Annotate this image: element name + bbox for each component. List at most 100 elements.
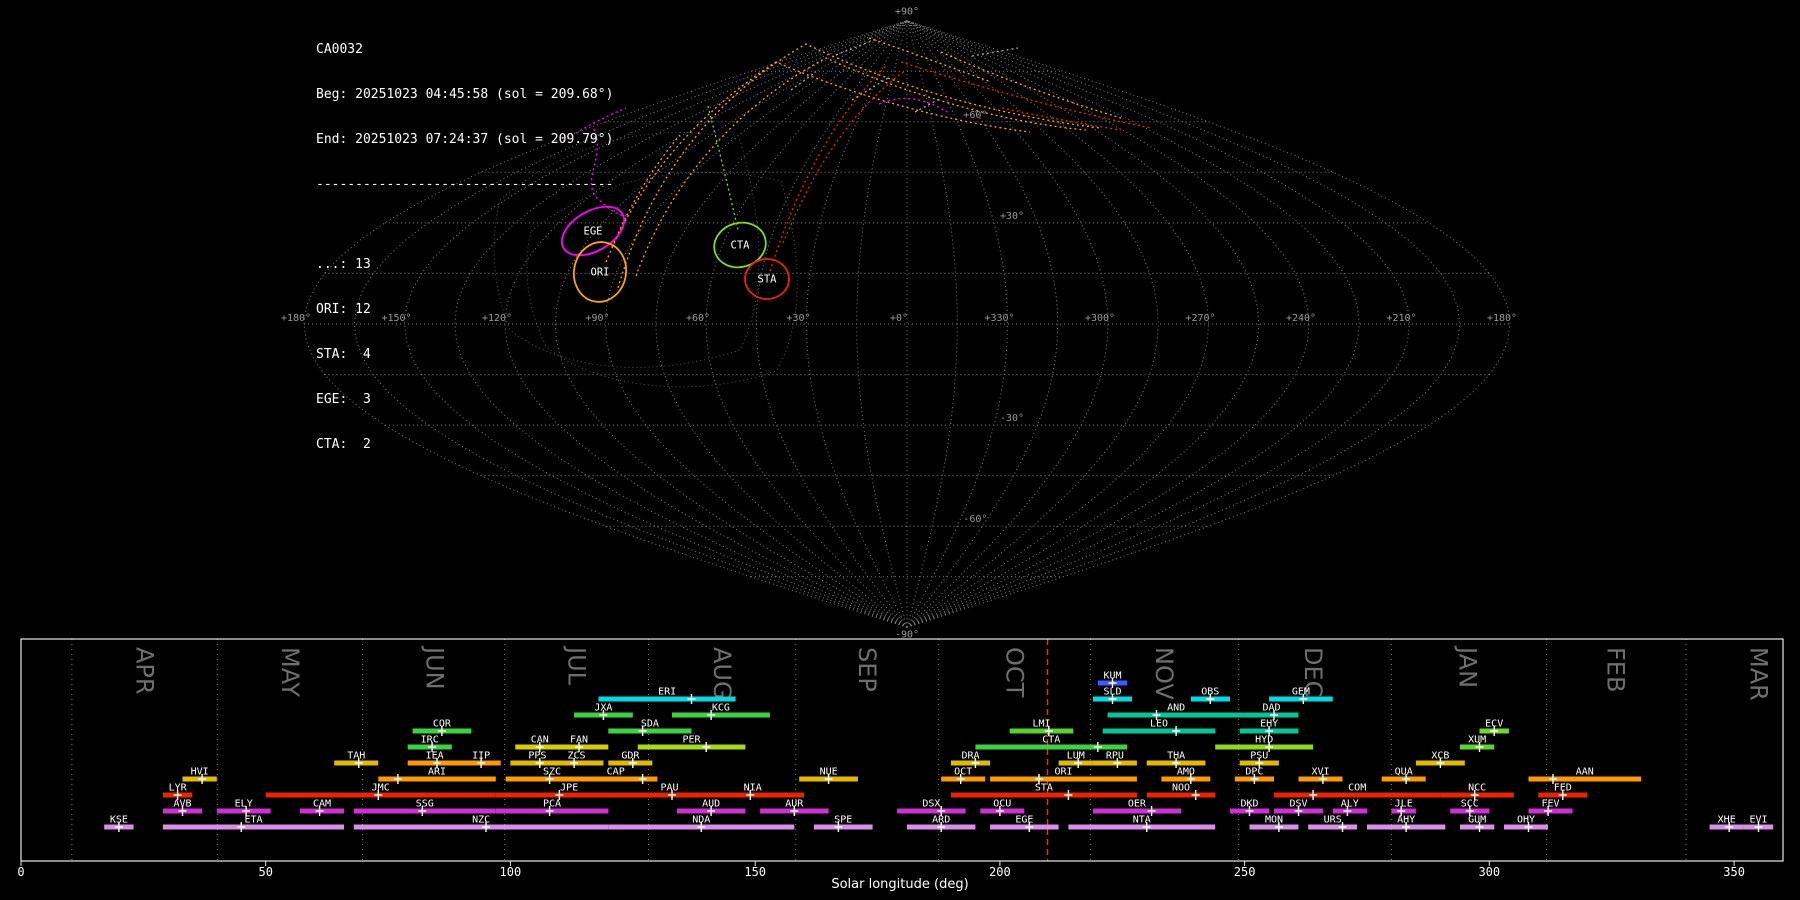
shower-activity-DRA: DRA [950, 751, 991, 768]
shower-code-label: PCA [543, 799, 561, 810]
shower-activity-THA: THA [1146, 751, 1206, 768]
shower-code-label: SDA [641, 719, 659, 730]
shower-activity-ORI: ORI [990, 767, 1137, 784]
shower-activity-SDA: SDA [608, 719, 692, 736]
shower-activity-GUM: GUM [1460, 815, 1495, 832]
shower-activity-NIA: NIA [701, 783, 805, 800]
shower-code-label: NOO [1172, 783, 1190, 794]
shower-activity-FED: FED [1538, 783, 1588, 800]
shower-code-label: IRC [421, 735, 439, 746]
shower-code-label: JXA [594, 703, 612, 714]
shower-code-label: AUR [785, 799, 804, 810]
shower-activity-OER: OER [1092, 799, 1181, 816]
shower-code-label: CAN [531, 735, 549, 746]
month-label-FEB: FEB [1602, 647, 1630, 692]
shower-code-label: EGE [1015, 815, 1033, 826]
shower-code-label: OBS [1201, 687, 1219, 698]
shower-code-label: NZC [472, 815, 490, 826]
shower-activity-NOO: NOO [1146, 783, 1216, 800]
shower-activity-GDR: GDR [608, 751, 653, 768]
shower-activity-OCU: OCU [980, 799, 1025, 816]
month-label-SEP: SEP [853, 647, 881, 692]
shower-code-label: IIP [472, 751, 490, 762]
shower-activity-AMO: AMO [1161, 767, 1211, 784]
shower-code-label: XHE [1718, 815, 1736, 826]
map-meridian [655, 20, 908, 628]
month-label-JUL: JUL [563, 645, 591, 686]
shower-code-label: DAD [1262, 703, 1280, 714]
shower-code-label: CAP [607, 767, 625, 778]
shower-code-label: COR [433, 719, 452, 730]
shower-activity-LEO: LEO [1102, 719, 1216, 736]
ecliptic-lon-label: +300° [1085, 313, 1115, 324]
shower-activity-ARD: ARD [906, 815, 976, 832]
shower-code-label: PSU [1250, 751, 1268, 762]
shower-activity-SSG: SSG [353, 799, 496, 816]
shower-activity-NUE: NUE [799, 767, 858, 784]
shower-code-label: ELY [235, 799, 253, 810]
count-line-cta: CTA: 2 [316, 437, 371, 452]
shower-code-label: ZCS [567, 751, 585, 762]
shower-activity-PER: PER [637, 735, 746, 752]
shower-code-label: XCB [1431, 751, 1449, 762]
shower-code-label: EHY [1260, 719, 1278, 730]
shower-activity-EHY: EHY [1239, 719, 1299, 736]
meteor-track [868, 37, 992, 83]
shower-code-label: LMI [1032, 719, 1050, 730]
shower-code-label: DSV [1289, 799, 1307, 810]
shower-activity-ZCS: ZCS [549, 751, 604, 768]
meteor-track [835, 39, 875, 56]
shower-activity-XCB: XCB [1415, 751, 1465, 768]
shower-activity-XHE: XHE [1709, 815, 1744, 832]
meteor-track [605, 61, 1031, 263]
shower-code-label: GDR [621, 751, 640, 762]
meteor-track [790, 71, 817, 91]
shower-activity-NZC: NZC [353, 815, 609, 832]
shower-code-label: FEV [1541, 799, 1559, 810]
shower-activity-KUM: KUM [1097, 671, 1128, 688]
shower-code-label: AND [1167, 703, 1185, 714]
shower-activity-PCA: PCA [495, 799, 609, 816]
shower-code-label: SCC [1461, 799, 1479, 810]
shower-code-label: LYR [169, 783, 188, 794]
shower-activity-TAH: TAH [334, 751, 379, 768]
radiant-CTA: CTA [713, 221, 767, 269]
month-label-JUN: JUN [421, 645, 449, 690]
shower-code-label: JPE [560, 783, 578, 794]
shower-code-label: AVB [173, 799, 191, 810]
shower-code-label: EVI [1749, 815, 1767, 826]
shower-code-label: GEM [1292, 687, 1310, 698]
shower-activity-NCC: NCC [1440, 783, 1514, 800]
meteor-track [635, 57, 1087, 277]
shower-activity-JLE: JLE [1391, 799, 1416, 816]
shower-code-label: ETA [244, 815, 262, 826]
shower-activity-DSV: DSV [1274, 799, 1323, 816]
pole-label-north: +90° [895, 7, 919, 18]
shower-activity-KSE: KSE [104, 815, 134, 832]
meteor-track [782, 69, 907, 244]
shower-activity-IEA: IEA [407, 751, 462, 768]
shower-code-label: ARD [932, 815, 950, 826]
shower-code-label: DRA [961, 751, 979, 762]
shower-code-label: KUM [1103, 671, 1121, 682]
radiant-label: STA [758, 274, 778, 286]
month-label-NOV: NOV [1150, 647, 1178, 700]
shower-code-label: AUD [702, 799, 720, 810]
shower-activity-OBS: OBS [1190, 687, 1230, 704]
shower-activity-XUM: XUM [1460, 735, 1495, 752]
shower-activity-ETA: ETA [162, 815, 344, 832]
shower-code-label: NCC [1468, 783, 1486, 794]
month-label-OCT: OCT [1001, 647, 1029, 698]
shower-code-label: THA [1167, 751, 1185, 762]
shower-activity-COR: COR [412, 719, 472, 736]
shower-code-label: ECV [1485, 719, 1503, 730]
shower-activity-IIP: IIP [461, 751, 501, 768]
shower-activity-AAN: AAN [1528, 767, 1642, 784]
shower-code-label: SLD [1103, 687, 1121, 698]
count-line-ori: ORI: 12 [316, 302, 371, 317]
shower-code-label: CAM [313, 799, 331, 810]
shower-code-label: DPC [1245, 767, 1263, 778]
ecliptic-lon-label: +240° [1286, 313, 1316, 324]
meteor-track [900, 61, 1152, 129]
ecliptic-lon-label: +180° [281, 313, 311, 324]
